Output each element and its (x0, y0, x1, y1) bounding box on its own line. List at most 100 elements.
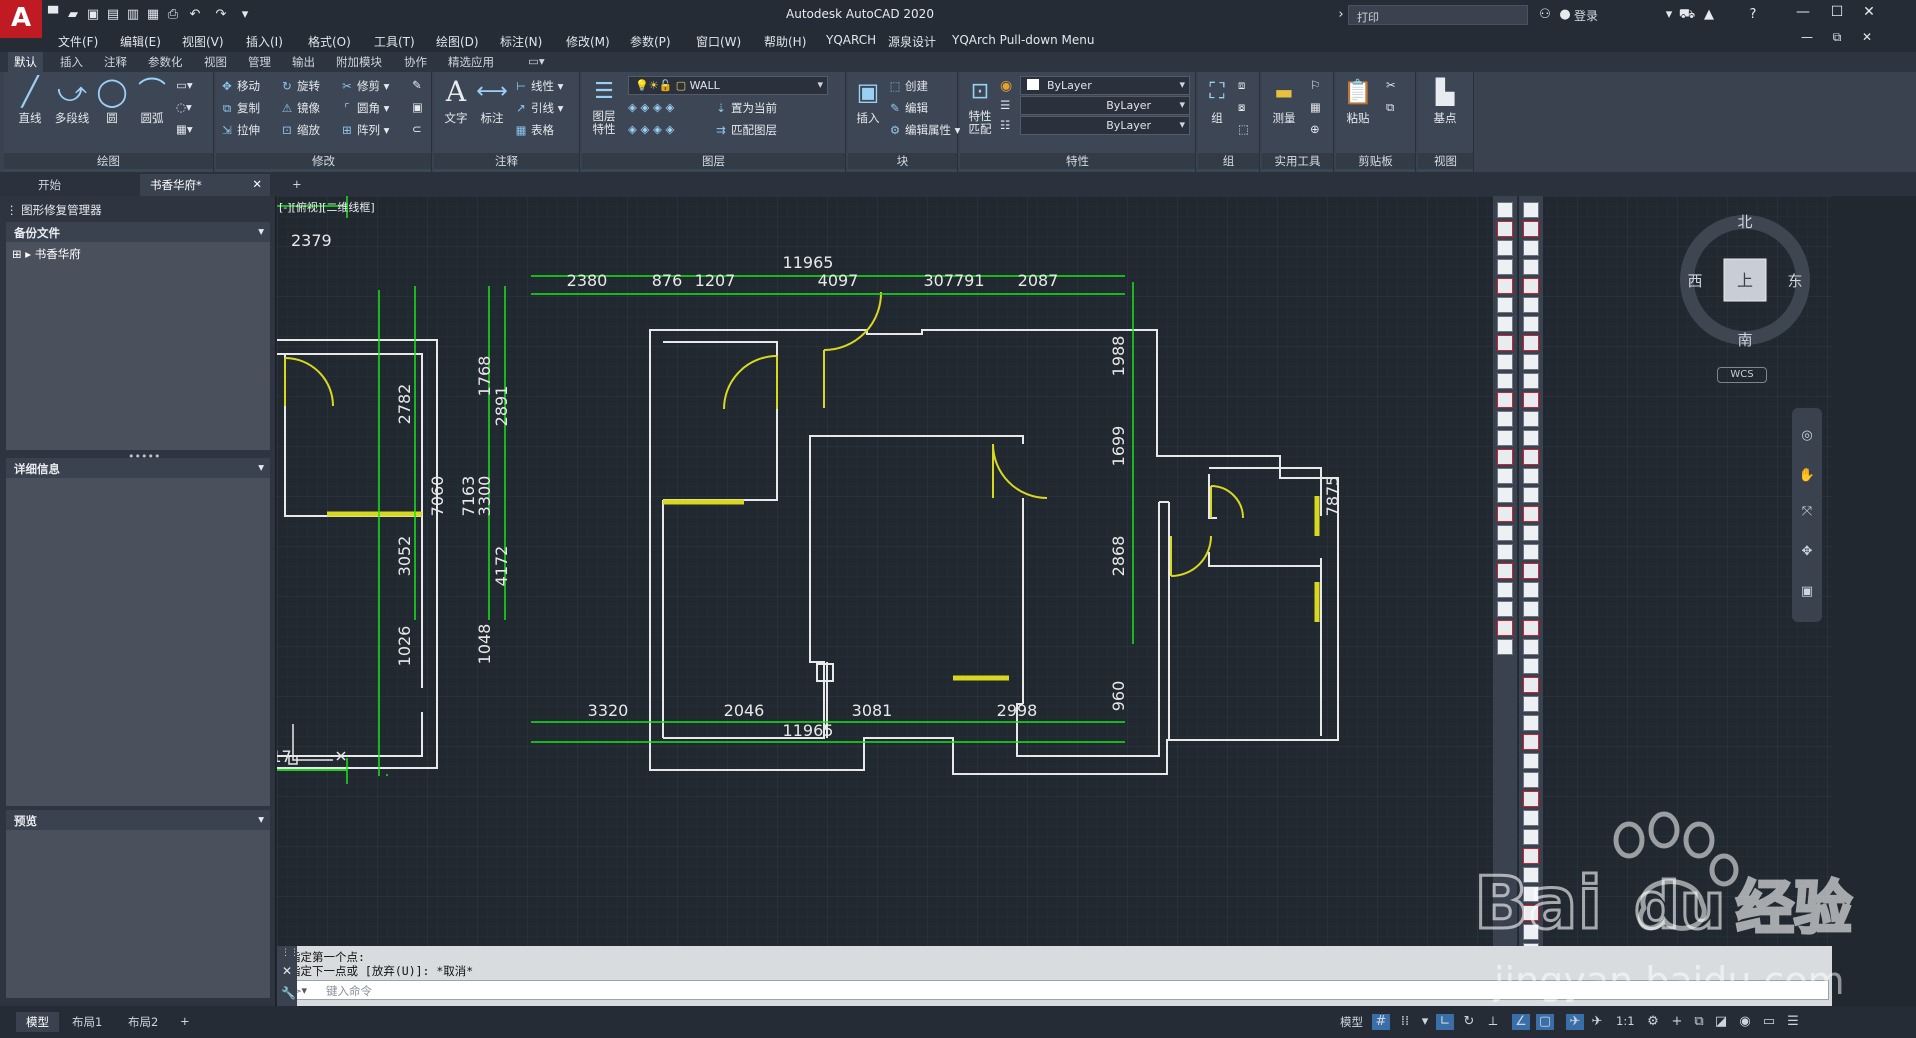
yq-tool-icon[interactable] (1497, 259, 1513, 275)
menu-file[interactable]: 文件(F) (58, 33, 98, 50)
backup-file-item[interactable]: ⊞ ▸ 书香华府 (12, 246, 81, 262)
circle-tool[interactable]: ◯ 圆 (94, 74, 130, 126)
tab-insert[interactable]: 插入 (60, 54, 83, 70)
group-edit-icon[interactable]: ⧇ (1238, 100, 1245, 115)
menu-help[interactable]: 帮助(H) (764, 33, 806, 50)
erase-icon[interactable]: ✎ (412, 78, 422, 92)
showmotion-icon[interactable]: ▣ (1798, 584, 1816, 600)
lineweight-dropdown[interactable]: ByLayer (1020, 116, 1190, 135)
app-logo[interactable]: A (0, 0, 42, 38)
yq-tool-icon[interactable] (1497, 411, 1513, 427)
group-tool[interactable]: ⛶ 组 (1200, 74, 1234, 126)
user-icon[interactable]: ● (1556, 6, 1574, 24)
yq-tool-icon[interactable] (1523, 278, 1539, 294)
layers-panel-label[interactable]: 图层 (582, 153, 845, 169)
yq-tool-icon[interactable] (1523, 753, 1539, 769)
collapse-icon[interactable]: ▾ (258, 812, 264, 826)
menu-tools[interactable]: 工具(T) (374, 33, 415, 50)
new-tab-icon[interactable]: + (282, 174, 312, 196)
yq-tool-icon[interactable] (1523, 506, 1539, 522)
yq-tool-icon[interactable] (1523, 639, 1539, 655)
leader-tool[interactable]: ↗ 引线 ▾ (514, 100, 563, 116)
yq-tool-icon[interactable] (1523, 658, 1539, 674)
yq-tool-icon[interactable] (1523, 677, 1539, 693)
yq-tool-icon[interactable] (1497, 354, 1513, 370)
yq-tool-icon[interactable] (1497, 506, 1513, 522)
pan-icon[interactable]: ✋ (1798, 468, 1816, 484)
viewcube-north[interactable]: 北 (1737, 213, 1752, 231)
undo-icon[interactable]: ↶ (186, 6, 204, 24)
yq-tool-icon[interactable] (1523, 715, 1539, 731)
details-header[interactable]: 详细信息 ▾ (6, 458, 270, 478)
yq-tool-icon[interactable] (1497, 620, 1513, 636)
yq-tool-icon[interactable] (1497, 221, 1513, 237)
ortho-icon[interactable]: ∟ (1436, 1014, 1454, 1030)
explode-icon[interactable]: ▣ (412, 100, 423, 114)
tab-view[interactable]: 视图 (204, 54, 227, 70)
yq-tool-icon[interactable] (1497, 525, 1513, 541)
yq-tool-icon[interactable] (1523, 620, 1539, 636)
insert-block-tool[interactable]: ▣ 插入 (850, 74, 886, 126)
binoculars-icon[interactable]: ⚇ (1536, 6, 1554, 24)
layer-tools-row1[interactable]: ◈ ◈ ◈ ◈ (628, 100, 674, 114)
save-as-icon[interactable]: ▤ (104, 6, 122, 24)
base-view-tool[interactable]: ▙ 基点 (1422, 74, 1468, 126)
measure-tool[interactable]: ▬ 测量 (1264, 74, 1304, 126)
menu-edit[interactable]: 编辑(E) (120, 33, 161, 50)
account-dropdown-icon[interactable]: ▾ (1660, 6, 1678, 24)
modify-panel-label[interactable]: 修改 (216, 153, 431, 169)
draw-panel-label[interactable]: 绘图 (4, 153, 213, 169)
login-link[interactable]: 登录 (1574, 7, 1598, 24)
menu-yqarch[interactable]: YQARCH (826, 33, 876, 47)
calculator-icon[interactable]: ▦ (1310, 100, 1321, 114)
menu-draw[interactable]: 绘图(D) (436, 33, 479, 50)
cart-icon[interactable]: ⛟ (1678, 6, 1696, 24)
tab-addins[interactable]: 附加模块 (336, 54, 382, 70)
tab-drawing[interactable]: 书香华府* ✕ (140, 174, 270, 196)
id-point-icon[interactable]: ⊕ (1310, 122, 1320, 136)
yq-tool-icon[interactable] (1523, 221, 1539, 237)
menu-window[interactable]: 窗口(W) (696, 33, 741, 50)
tab-close-icon[interactable]: ✕ (252, 177, 262, 191)
menu-yuanquan[interactable]: 源泉设计 (888, 33, 936, 50)
layer-tools-row2[interactable]: ◈ ◈ ◈ ◈ (628, 122, 674, 136)
yq-tool-icon[interactable] (1497, 202, 1513, 218)
yq-tool-icon[interactable] (1523, 563, 1539, 579)
match-layer-tool[interactable]: ⇉ 匹配图层 (714, 122, 777, 138)
ribbon-toggle-icon[interactable]: ▭▾ (528, 54, 545, 68)
collapse-icon[interactable]: ▾ (258, 224, 264, 238)
cut-icon[interactable]: ✂ (1386, 78, 1396, 92)
tab-parametric[interactable]: 参数化 (148, 54, 183, 70)
doc-restore-icon[interactable]: ⧉ (1826, 30, 1848, 50)
yq-tool-icon[interactable] (1497, 316, 1513, 332)
yq-tool-icon[interactable] (1523, 791, 1539, 807)
quick-access-dropdown-icon[interactable]: ▾ (236, 6, 254, 24)
menu-yqarch-pulldown[interactable]: YQArch Pull-down Menu (952, 33, 1094, 47)
menu-insert[interactable]: 插入(I) (246, 33, 283, 50)
viewcube-east[interactable]: 东 (1787, 272, 1802, 290)
array-tool[interactable]: ⊞ 阵列 ▾ (340, 122, 389, 138)
menu-view[interactable]: 视图(V) (182, 33, 224, 50)
yq-tool-icon[interactable] (1523, 316, 1539, 332)
expand-icon[interactable]: ⊞ (12, 247, 22, 261)
wcs-dropdown[interactable]: WCS (1717, 367, 1767, 383)
yq-tool-icon[interactable] (1523, 696, 1539, 712)
match-properties-tool[interactable]: ⊡ 特性匹配 (962, 74, 998, 136)
yq-tool-icon[interactable] (1497, 240, 1513, 256)
arc-tool[interactable]: ⌒ 圆弧 (132, 74, 172, 126)
viewcube-west[interactable]: 西 (1687, 272, 1702, 290)
gradient-icon[interactable]: ▦▾ (176, 122, 193, 136)
yq-tool-icon[interactable] (1523, 525, 1539, 541)
offset-icon[interactable]: ⊂ (412, 122, 422, 136)
layout-tab-1[interactable]: 布局1 (72, 1014, 102, 1030)
grip-icon[interactable]: ⋮⋮ (281, 948, 299, 958)
command-close-icon[interactable]: ✕ (282, 964, 292, 978)
clipboard-panel-label[interactable]: 剪贴板 (1336, 153, 1415, 169)
close-icon[interactable]: ✕ (1858, 4, 1880, 24)
yq-tool-icon[interactable] (1523, 240, 1539, 256)
layout-tab-model[interactable]: 模型 (16, 1012, 59, 1032)
backup-files-header[interactable]: 备份文件 ▾ (6, 222, 270, 242)
layout-tab-2[interactable]: 布局2 (128, 1014, 158, 1030)
zoom-extents-icon[interactable]: ⤧ (1798, 504, 1816, 520)
viewcube[interactable]: 上 北 南 东 西 (1680, 210, 1810, 350)
